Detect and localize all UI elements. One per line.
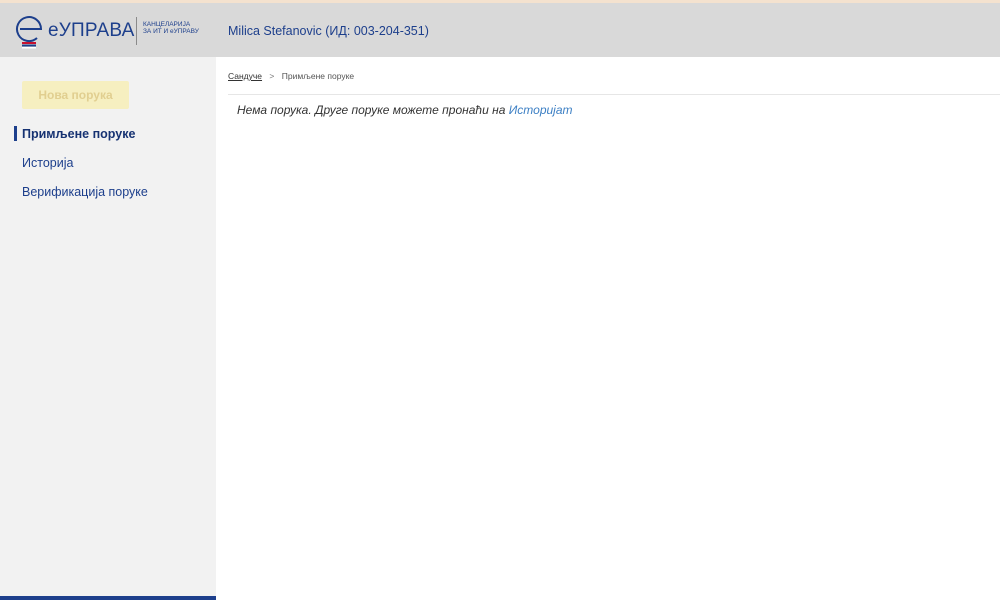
- active-nav-indicator: [14, 126, 17, 141]
- logo-divider: [136, 17, 137, 45]
- breadcrumb-separator: >: [269, 71, 275, 81]
- sidebar-item-history[interactable]: Историја: [22, 156, 73, 170]
- breadcrumb-inbox-link[interactable]: Сандуче: [228, 71, 262, 81]
- logo-subtitle: КАНЦЕЛАРИЈА ЗА ИТ И еУПРАВУ: [143, 21, 199, 35]
- new-message-button[interactable]: Нова порука: [22, 81, 129, 109]
- app-header: еУПРАВА КАНЦЕЛАРИЈА ЗА ИТ И еУПРАВУ Mili…: [0, 3, 1000, 57]
- history-link[interactable]: Историјат: [509, 103, 573, 117]
- sidebar-item-verification[interactable]: Верификација поруке: [22, 185, 148, 199]
- euprava-logo[interactable]: еУПРАВА КАНЦЕЛАРИЈА ЗА ИТ И еУПРАВУ: [15, 11, 215, 51]
- breadcrumb-current: Примљене поруке: [281, 71, 355, 81]
- user-name: Milica Stefanovic (ИД: 003-204-351): [228, 24, 429, 38]
- sidebar-item-received[interactable]: Примљене поруке: [22, 127, 135, 141]
- content-divider: [228, 94, 1000, 95]
- empty-message-text: Нема порука. Друге поруке можете пронаћи…: [237, 103, 506, 117]
- empty-messages-notice: Нема порука. Друге поруке можете пронаћи…: [237, 103, 573, 117]
- euprava-e-logo-icon: [16, 16, 43, 49]
- sidebar-bottom-bar: [0, 596, 216, 600]
- logo-title: еУПРАВА: [48, 20, 135, 41]
- breadcrumb: Сандуче > Примљене поруке: [228, 71, 354, 81]
